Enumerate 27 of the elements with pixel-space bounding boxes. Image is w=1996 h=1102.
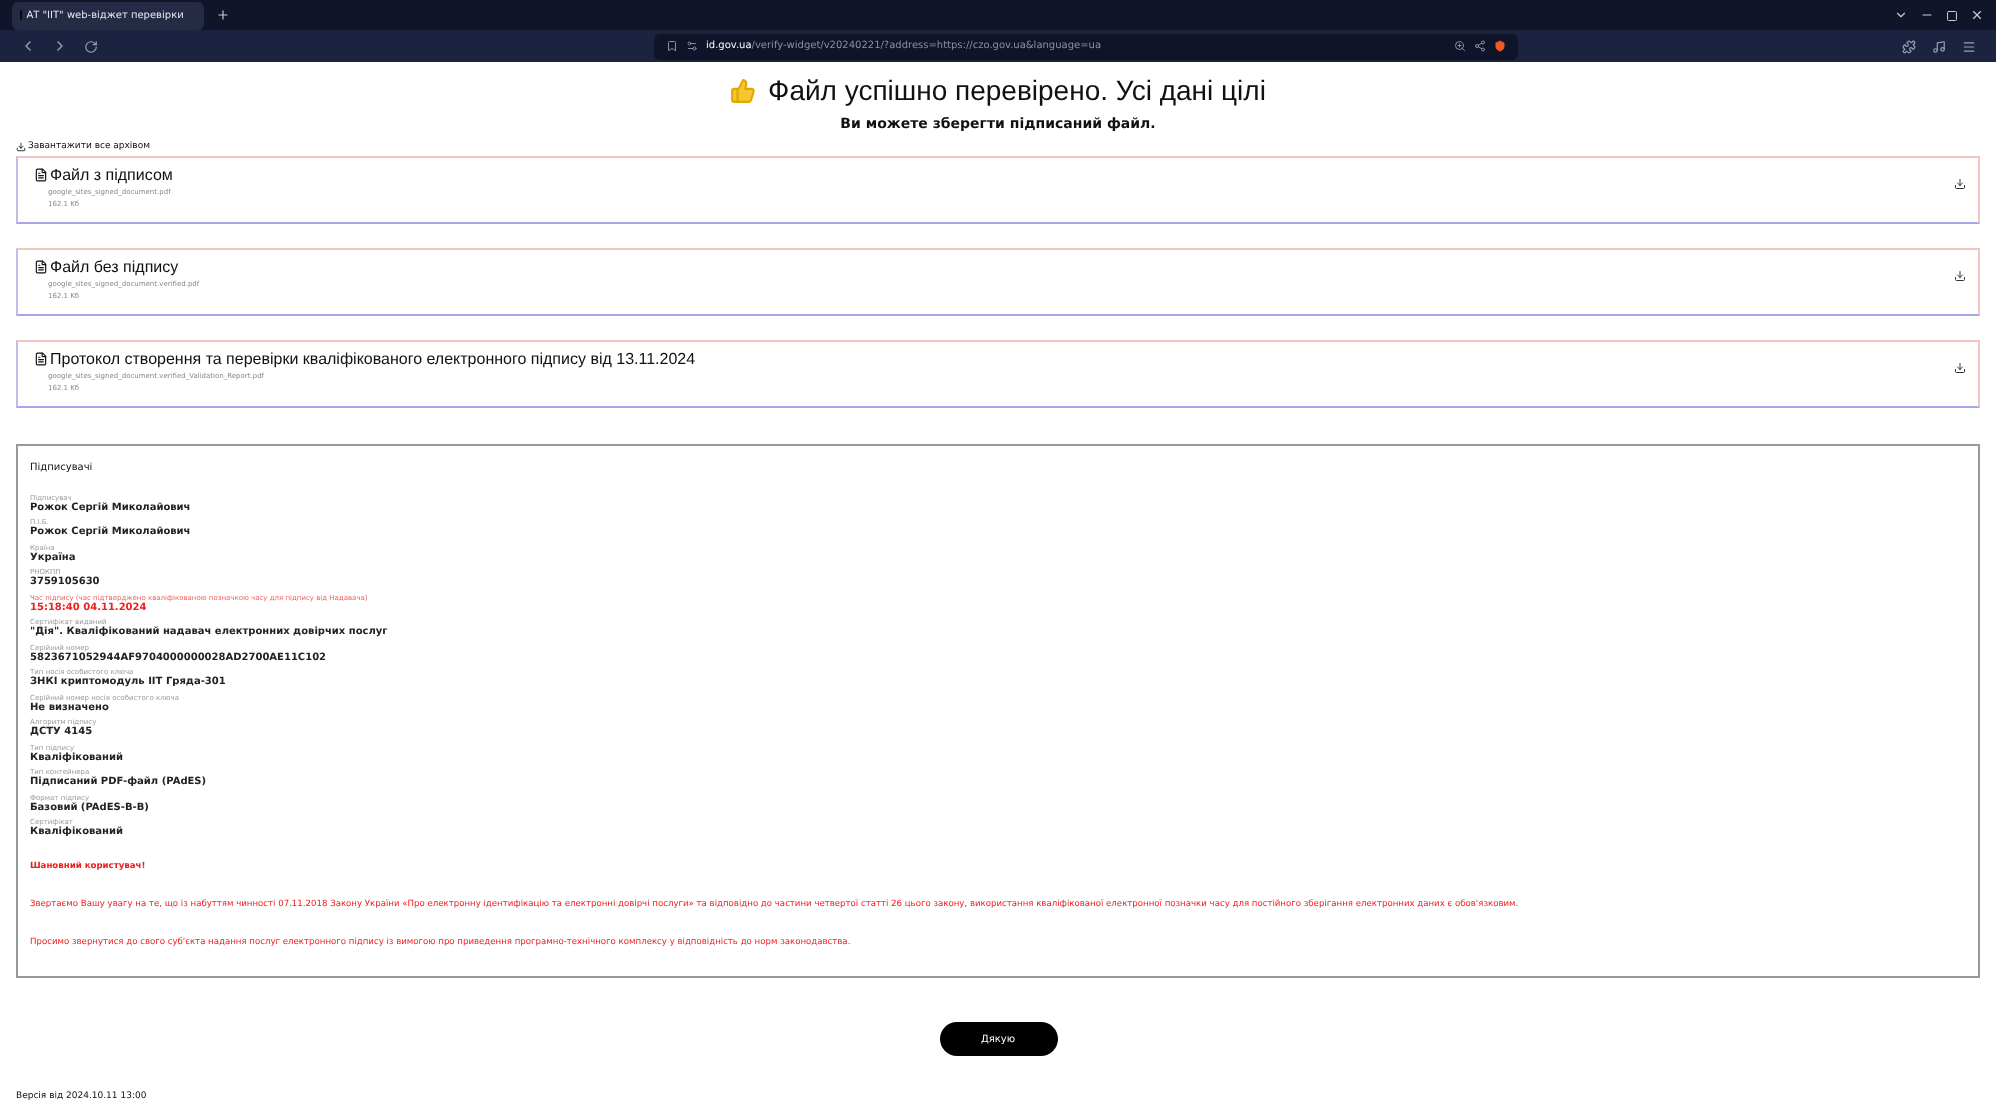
- extensions-icon[interactable]: [1902, 39, 1916, 54]
- shield-icon[interactable]: [1494, 40, 1506, 53]
- chevron-icon[interactable]: [1894, 8, 1908, 23]
- file-title: Файл з підписом: [50, 166, 173, 184]
- file-icon: [34, 168, 48, 182]
- bookmark-icon[interactable]: [666, 40, 678, 53]
- download-icon[interactable]: [1954, 270, 1966, 282]
- download-icon[interactable]: [1954, 178, 1966, 190]
- download-icon[interactable]: [1954, 362, 1966, 374]
- back-icon[interactable]: [20, 38, 36, 55]
- maximize-icon[interactable]: [1946, 9, 1958, 22]
- file-icon: [34, 260, 48, 274]
- file-icon: [34, 352, 48, 366]
- media-icon[interactable]: [1932, 39, 1946, 54]
- reload-icon[interactable]: [84, 39, 98, 54]
- zoom-icon[interactable]: [1454, 40, 1466, 53]
- file-title: Файл без підпису: [50, 258, 179, 276]
- share-icon[interactable]: [1474, 40, 1486, 53]
- close-icon[interactable]: [1970, 8, 1984, 23]
- new-tab-icon[interactable]: [216, 8, 230, 23]
- download-icon: [16, 142, 26, 152]
- file-title: Протокол створення та перевірки кваліфікованого електронного підпису від 13.11.2024: [50, 350, 696, 368]
- forward-icon[interactable]: [52, 38, 68, 55]
- page-title: Файл успішно перевірено. Усі дані цілі: [768, 74, 1266, 106]
- menu-icon[interactable]: [1962, 39, 1976, 54]
- thumbs-up-icon: [730, 77, 757, 103]
- site-settings-icon[interactable]: [686, 40, 698, 53]
